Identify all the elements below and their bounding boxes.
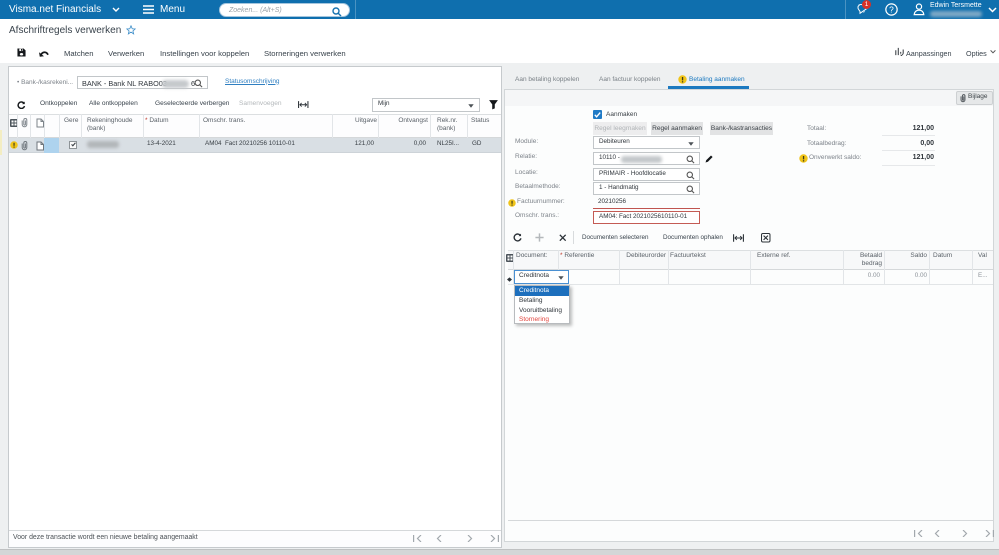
svg-text:?: ? (889, 4, 894, 14)
